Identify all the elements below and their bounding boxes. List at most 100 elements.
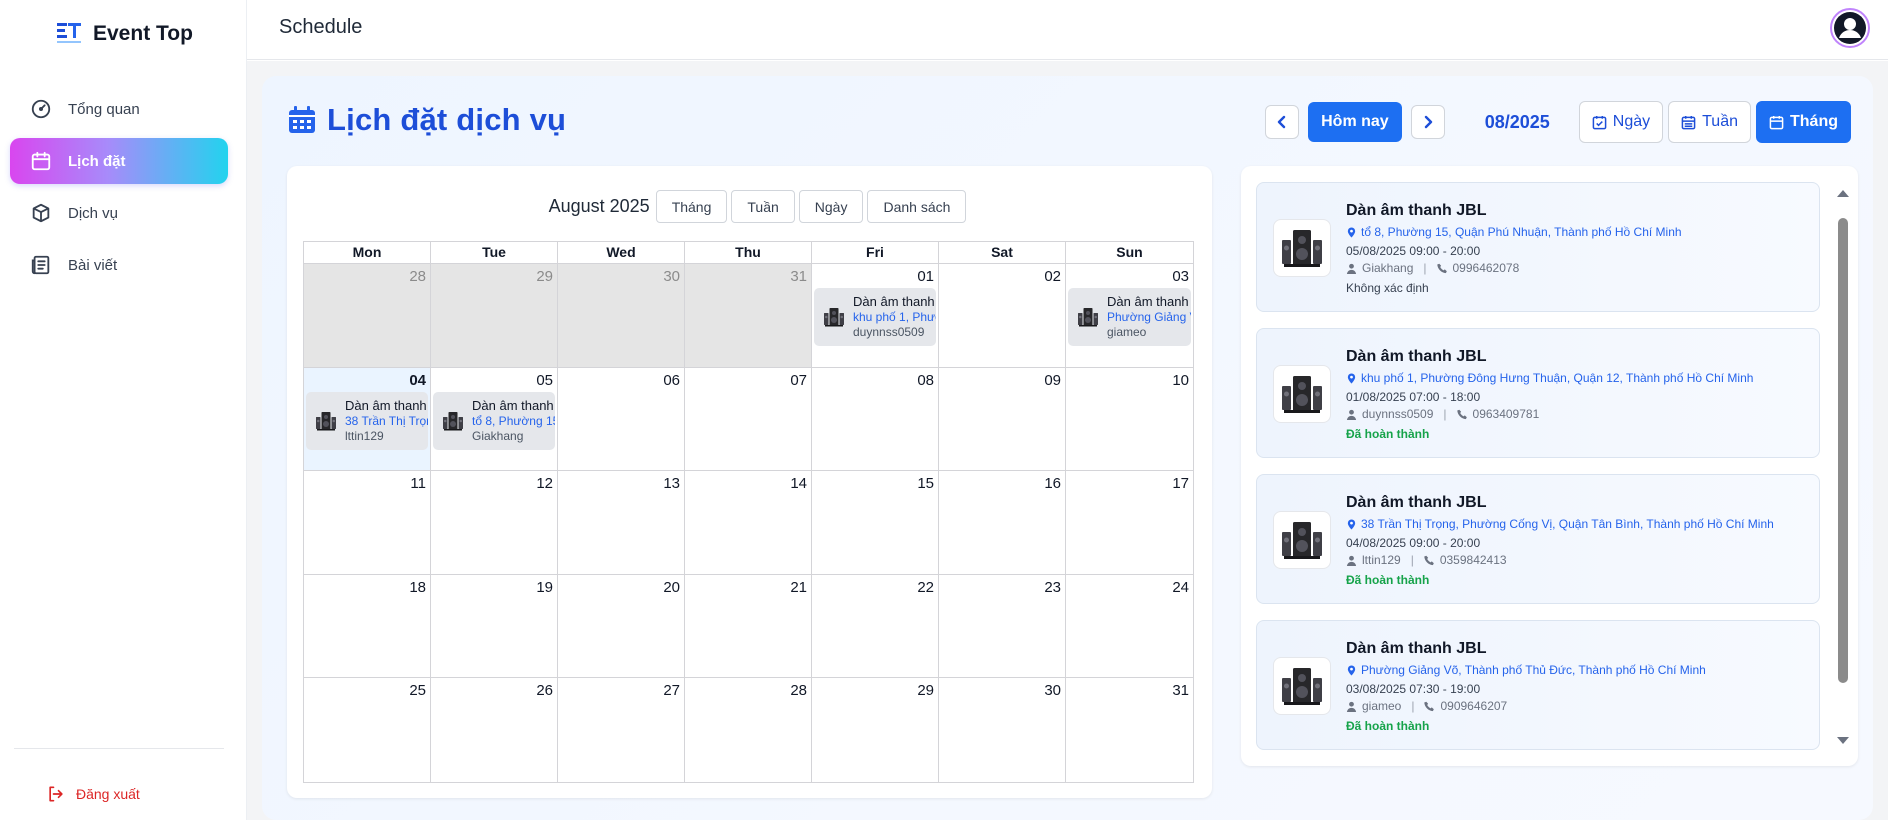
calendar-day-cell[interactable]: 07 <box>685 367 812 470</box>
calendar-day-cell[interactable]: 05 Dàn âm thanh JBLtổ 8, Phường 15Giakhan… <box>431 367 558 470</box>
sidebar-item-label: Tổng quan <box>68 100 140 118</box>
sidebar-item-services[interactable]: Dịch vụ <box>10 190 228 236</box>
calendar-day-cell[interactable]: 18 <box>304 574 431 677</box>
booking-address: khu phố 1, Phường Đông Hưng Thuận, Quận … <box>1346 371 1753 385</box>
speaker-icon <box>824 308 844 327</box>
calendar-list-view-button[interactable]: Danh sách <box>867 190 967 223</box>
calendar-day-cell[interactable]: 12 <box>431 471 558 574</box>
user-icon <box>1346 263 1357 274</box>
user-avatar[interactable] <box>1830 8 1870 48</box>
calendar-day-cell[interactable]: 22 <box>812 574 939 677</box>
calendar-day-cell[interactable]: 17 <box>1066 471 1193 574</box>
calendar-day-cell[interactable]: 30 <box>558 264 685 367</box>
calendar-day-cell[interactable]: 24 <box>1066 575 1193 678</box>
calendar-day-cell[interactable]: 09 <box>939 367 1066 470</box>
event-user: duynnss0509 <box>853 325 925 339</box>
list-scrollbar[interactable] <box>1836 188 1850 748</box>
calendar-day-cell[interactable]: 08 <box>812 367 939 470</box>
calendar-event[interactable]: Dàn âm thanh JBLkhu phố 1, Phường Đông H… <box>814 288 936 346</box>
calendar-day-cell[interactable]: 23 <box>939 574 1066 677</box>
booking-user: duynnss0509 <box>1362 407 1434 421</box>
booking-service-name: Dàn âm thanh JBL <box>1346 494 1487 511</box>
user-icon <box>1346 555 1357 566</box>
event-text: Dàn âm thanh JBLPhường Giảng Võgiameo <box>1107 294 1191 340</box>
scroll-down-button[interactable] <box>1836 736 1850 748</box>
view-week-button[interactable]: Tuần <box>1668 101 1751 143</box>
view-month-button[interactable]: Tháng <box>1756 101 1851 143</box>
view-day-label: Ngày <box>1612 113 1651 130</box>
scroll-up-button[interactable] <box>1836 188 1850 200</box>
calendar-day-view-button[interactable]: Ngày <box>798 190 864 223</box>
calendar-event[interactable]: Dàn âm thanh JBL38 Trần Thị Trọnglttin12… <box>306 391 428 450</box>
calendar-day-cell[interactable]: 03 Dàn âm thanh JBLPhường Giảng Võgiameo <box>1066 264 1193 367</box>
calendar-day-cell[interactable]: 16 <box>939 471 1066 574</box>
sidebar-item-schedule[interactable]: Lịch đặt <box>10 138 228 184</box>
day-number: 22 <box>917 578 934 596</box>
calendar-event[interactable]: Dàn âm thanh JBLtổ 8, Phường 15Giakhang <box>433 391 555 450</box>
day-number: 11 <box>410 475 426 492</box>
event-name: Dàn âm thanh JBL <box>853 294 936 309</box>
calendar-day-cell[interactable]: 28 <box>685 678 812 782</box>
contact-separator: | <box>1411 699 1415 713</box>
weekday-header-fri: Fri <box>812 242 939 263</box>
view-month-label: Tháng <box>1790 113 1838 130</box>
calendar-day-cell[interactable]: 21 <box>685 574 812 677</box>
calendar-day-cell[interactable]: 01 Dàn âm thanh JBLkhu phố 1, Phường Đông… <box>812 264 939 367</box>
speaker-thumbnail <box>314 409 338 433</box>
calendar-day-cell[interactable]: 15 <box>812 471 939 574</box>
calendar-day-cell[interactable]: 13 <box>558 471 685 574</box>
weekday-header-wed: Wed <box>558 242 685 263</box>
calendar-event[interactable]: Dàn âm thanh JBLPhường Giảng Võgiameo <box>1068 288 1191 346</box>
speaker-icon <box>1078 308 1098 327</box>
calendar-day-today[interactable]: 04 Dàn âm thanh JBL38 Trần Thị Trọnglttin… <box>304 367 431 470</box>
next-period-button[interactable] <box>1410 105 1445 139</box>
booking-phone: 0909646207 <box>1440 699 1508 713</box>
calendar-day-cell[interactable]: 02 <box>939 264 1066 367</box>
calendar-month-view-button[interactable]: Tháng <box>655 190 728 223</box>
sidebar-item-overview[interactable]: Tổng quan <box>10 86 228 132</box>
calendar-grid: Mon Tue Wed Thu Fri Sat Sun 28 29 30 31 01 Dàn âm t… <box>303 241 1194 783</box>
weekday-header-tue: Tue <box>431 242 558 263</box>
calendar-day-cell[interactable]: 19 <box>431 574 558 677</box>
today-button[interactable]: Hôm nay <box>1308 102 1402 142</box>
scrollbar-thumb[interactable] <box>1838 218 1848 683</box>
calendar-day-cell[interactable]: 29 <box>431 264 558 367</box>
booking-status: Đã hoàn thành <box>1346 719 1430 733</box>
prev-period-button[interactable] <box>1265 105 1300 139</box>
calendar-day-cell[interactable]: 31 <box>1066 678 1193 782</box>
booking-phone: 0359842413 <box>1439 553 1507 567</box>
calendar-day-cell[interactable]: 25 <box>304 678 431 782</box>
booking-thumbnail <box>1273 365 1331 423</box>
logout-button[interactable]: Đăng xuất <box>46 784 140 804</box>
booking-card[interactable]: Dàn âm thanh JBL Phường Giảng Võ, Thành p… <box>1256 620 1820 750</box>
weekday-header-mon: Mon <box>304 242 431 263</box>
brand[interactable]: Event Top <box>55 20 193 48</box>
calendar-day-cell[interactable]: 06 <box>558 367 685 470</box>
view-day-button[interactable]: Ngày <box>1578 101 1664 143</box>
phone-icon <box>1424 555 1434 565</box>
calendar-day-cell[interactable]: 29 <box>812 678 939 782</box>
booking-card[interactable]: Dàn âm thanh JBL tổ 8, Phường 15, Quận Ph… <box>1256 182 1820 312</box>
booking-address: 38 Trần Thị Trọng, Phường Cống Vị, Quận … <box>1346 517 1774 531</box>
event-text: Dàn âm thanh JBLkhu phố 1, Phường Đông H… <box>853 294 936 340</box>
booking-card[interactable]: Dàn âm thanh JBL khu phố 1, Phường Đông H… <box>1256 328 1820 458</box>
day-number: 05 <box>536 371 553 389</box>
phone-icon <box>1424 701 1435 711</box>
contact-separator: | <box>1410 553 1414 567</box>
calendar-day-cell[interactable]: 31 <box>685 264 812 367</box>
event-address: khu phố 1, Phường Đông Hưng Thuận <box>853 310 936 324</box>
sidebar-item-posts[interactable]: Bài viết <box>10 242 228 288</box>
day-number: 24 <box>1172 578 1189 596</box>
calendar-day-cell[interactable]: 27 <box>558 678 685 782</box>
booking-card[interactable]: Dàn âm thanh JBL 38 Trần Thị Trọng, Phườn… <box>1256 474 1820 604</box>
calendar-day-cell[interactable]: 28 <box>304 264 431 367</box>
calendar-day-cell[interactable]: 26 <box>431 678 558 782</box>
calendar-week-view-button[interactable]: Tuần <box>731 190 795 223</box>
calendar-day-cell[interactable]: 11 <box>304 471 431 574</box>
calendar-day-cell[interactable]: 10 <box>1066 368 1193 471</box>
calendar-day-cell[interactable]: 14 <box>685 471 812 574</box>
calendar-day-cell[interactable]: 20 <box>558 574 685 677</box>
weekday-header-sun: Sun <box>1116 244 1143 260</box>
calendar-day-cell[interactable]: 30 <box>939 678 1066 782</box>
day-number: 18 <box>409 578 426 596</box>
